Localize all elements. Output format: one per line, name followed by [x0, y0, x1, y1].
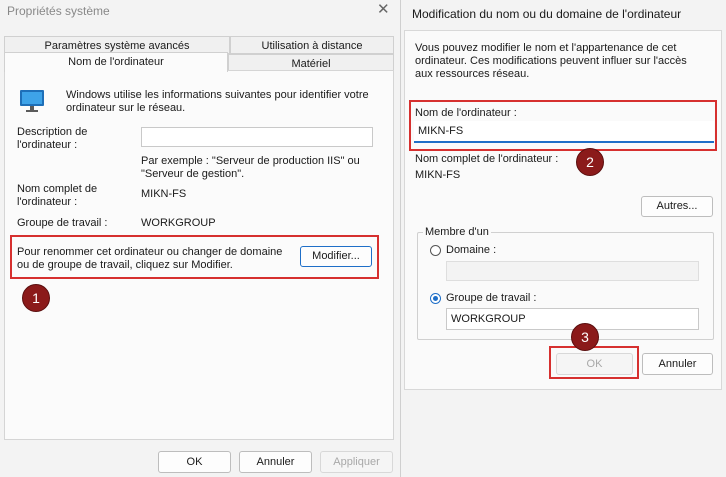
dialog-intro-text: Vous pouvez modifier le nom et l'apparte…: [415, 42, 687, 80]
rename-text: Pour renommer cet ordinateur ou changer …: [17, 246, 283, 271]
dialog-ok-button[interactable]: OK: [556, 353, 633, 375]
window-title: Propriétés système: [7, 4, 110, 18]
dialog-title: Modification du nom ou du domaine de l'o…: [412, 7, 682, 21]
domain-radio[interactable]: [430, 245, 441, 256]
more-button[interactable]: Autres...: [641, 196, 713, 217]
dialog-full-name-label: Nom complet de l'ordinateur :: [415, 153, 559, 165]
dialog-full-name-value: MIKN-FS: [415, 169, 461, 181]
full-name-value: MIKN-FS: [141, 188, 187, 200]
workgroup-input[interactable]: WORKGROUP: [446, 308, 699, 330]
tab-remote-use[interactable]: Utilisation à distance: [230, 36, 394, 54]
domain-label: Domaine :: [446, 244, 497, 256]
description-label: Description de l'ordinateur :: [17, 126, 88, 151]
workgroup-label: Groupe de travail :: [17, 217, 108, 229]
description-input[interactable]: [141, 127, 373, 147]
ok-button[interactable]: OK: [158, 451, 231, 473]
computer-name-label: Nom de l'ordinateur :: [415, 107, 517, 119]
monitor-icon: [18, 87, 46, 115]
member-of-label: Membre d'un: [423, 226, 491, 239]
workgroup-value: WORKGROUP: [141, 217, 216, 229]
dialog-cancel-button[interactable]: Annuler: [642, 353, 713, 375]
computer-name-value: MIKN-FS: [418, 125, 464, 137]
modify-button[interactable]: Modifier...: [300, 246, 372, 267]
step-badge-3: 3: [571, 323, 599, 351]
step-badge-2: 2: [576, 148, 604, 176]
step-badge-1: 1: [22, 284, 50, 312]
full-name-label: Nom complet de l'ordinateur :: [17, 183, 98, 208]
computer-name-input[interactable]: MIKN-FS: [414, 121, 714, 143]
intro-text: Windows utilise les informations suivant…: [66, 89, 369, 114]
workgroup-radio[interactable]: [430, 293, 441, 304]
dialog-workgroup-label: Groupe de travail :: [446, 292, 537, 304]
apply-button[interactable]: Appliquer: [320, 451, 393, 473]
close-icon[interactable]: ✕: [377, 2, 390, 18]
cancel-button[interactable]: Annuler: [239, 451, 312, 473]
domain-input[interactable]: [446, 261, 699, 281]
workgroup-input-value: WORKGROUP: [451, 313, 526, 325]
example-text: Par exemple : "Serveur de production IIS…: [141, 155, 360, 180]
tab-computer-name[interactable]: Nom de l'ordinateur: [4, 52, 228, 72]
